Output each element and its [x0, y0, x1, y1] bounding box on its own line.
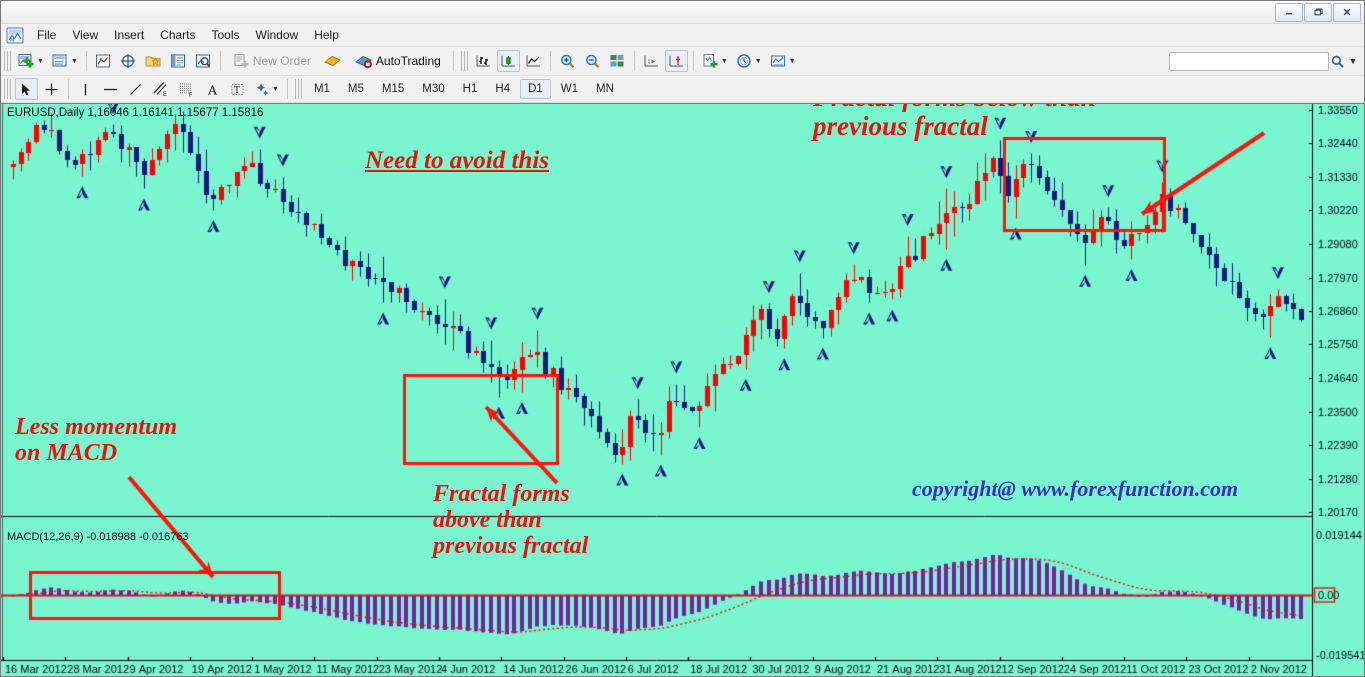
- menu-view[interactable]: View: [64, 25, 106, 45]
- menu-bar: M File View Insert Charts Tools Window H…: [1, 24, 1364, 47]
- chevron-down-icon[interactable]: ▼: [721, 58, 728, 65]
- shapes-tool[interactable]: ▼: [251, 78, 282, 100]
- chevron-down-icon[interactable]: ▼: [71, 58, 78, 65]
- profiles-button[interactable]: ▼: [49, 50, 81, 72]
- zoom-in-button[interactable]: [556, 50, 579, 72]
- fibonacci-tool[interactable]: F: [175, 78, 199, 100]
- search-input[interactable]: [1173, 54, 1325, 68]
- tile-windows-button[interactable]: [606, 50, 629, 72]
- toolbar-separator: [286, 79, 288, 99]
- toolbar-separator: [85, 51, 87, 71]
- svg-text:E: E: [163, 91, 167, 97]
- timeframe-h4[interactable]: H4: [487, 79, 518, 99]
- toolbar-separator: [219, 51, 221, 71]
- horizontal-line-tool[interactable]: [99, 78, 122, 100]
- timeframe-m5[interactable]: M5: [340, 79, 372, 99]
- timeframe-h1[interactable]: H1: [455, 79, 486, 99]
- metatrader-window: M File View Insert Charts Tools Window H…: [0, 0, 1365, 677]
- toolbar-separator: [452, 51, 454, 71]
- chart-shift-button[interactable]: [640, 50, 663, 72]
- chart-symbol-label: EURUSD,Daily 1,16046 1.16141 1.15677 1.1…: [7, 107, 264, 119]
- search-dropdown-icon[interactable]: ▼: [1346, 52, 1360, 71]
- indicators-button[interactable]: ▼: [699, 50, 731, 72]
- annotation-need-to-avoid: Need to avoid this: [365, 147, 550, 174]
- metatrader-logo-icon: M: [6, 27, 24, 44]
- timeframe-mn[interactable]: MN: [588, 79, 622, 99]
- search-area: ▼: [1169, 51, 1364, 71]
- search-box[interactable]: [1169, 51, 1329, 71]
- line-studies-toolbar: E F A T ▼ M1 M5 M15 M30 H1 H4 D1 W1 MN: [1, 76, 1364, 103]
- menu-help[interactable]: Help: [306, 25, 347, 45]
- metaeditor-button[interactable]: [320, 50, 345, 72]
- svg-text:M: M: [10, 38, 14, 44]
- chart-canvas[interactable]: [1, 104, 1364, 676]
- zoom-out-button[interactable]: [581, 50, 604, 72]
- text-tool[interactable]: A: [201, 78, 224, 100]
- toolbar-grip[interactable]: [294, 79, 302, 99]
- svg-text:F: F: [189, 91, 193, 97]
- timeframe-m1[interactable]: M1: [306, 79, 338, 99]
- menu-file[interactable]: File: [29, 25, 64, 45]
- annotation-copyright: copyright@ www.forexfunction.com: [912, 476, 1239, 501]
- macd-indicator-label: MACD(12,26,9) -0.018988 -0.016763: [7, 531, 189, 543]
- templates-button[interactable]: ▼: [767, 50, 799, 72]
- periods-button[interactable]: ▼: [733, 50, 765, 72]
- crosshair-tool[interactable]: [40, 78, 63, 100]
- chevron-down-icon[interactable]: ▼: [755, 58, 762, 65]
- search-icon[interactable]: [1329, 52, 1346, 71]
- annotation-less-momentum: Less momentum on MACD: [15, 414, 178, 466]
- menu-insert[interactable]: Insert: [106, 25, 152, 45]
- toolbar-separator: [633, 51, 635, 71]
- toolbar-grip[interactable]: [4, 51, 11, 71]
- restore-button[interactable]: [1304, 2, 1332, 22]
- timeframe-m30[interactable]: M30: [414, 79, 452, 99]
- toolbar-separator: [549, 51, 551, 71]
- toolbar-grip[interactable]: [4, 79, 11, 99]
- cursor-tool[interactable]: [15, 78, 38, 100]
- new-order-button[interactable]: New Order: [226, 50, 318, 72]
- annotation-fractal-above: Fractal forms above than previous fracta…: [433, 481, 589, 559]
- toolbar-grip[interactable]: [460, 51, 468, 71]
- bar-chart-button[interactable]: [472, 50, 495, 72]
- chevron-down-icon[interactable]: ▼: [37, 58, 44, 65]
- menu-window[interactable]: Window: [248, 25, 307, 45]
- new-order-label: New Order: [252, 54, 311, 68]
- line-chart-button[interactable]: [522, 50, 545, 72]
- timeframe-m15[interactable]: M15: [374, 79, 412, 99]
- annotation-fractal-below: Fractal forms below than previous fracta…: [813, 104, 1096, 142]
- toolbar-separator: [68, 79, 69, 99]
- autotrading-label: AutoTrading: [375, 54, 441, 68]
- close-button[interactable]: [1333, 2, 1361, 22]
- chevron-down-icon[interactable]: ▼: [789, 58, 796, 65]
- data-window-button[interactable]: [117, 50, 140, 72]
- timeframe-w1[interactable]: W1: [553, 79, 586, 99]
- menu-charts[interactable]: Charts: [152, 25, 203, 45]
- main-toolbar: ▼ ▼ New Order AutoTrading ▼ ▼ ▼ ▼: [1, 47, 1364, 76]
- label-tool[interactable]: T: [226, 78, 249, 100]
- menu-tools[interactable]: Tools: [204, 25, 248, 45]
- timeframe-d1[interactable]: D1: [520, 79, 551, 99]
- equidistant-channel-tool[interactable]: E: [149, 78, 173, 100]
- toolbar-separator: [692, 51, 694, 71]
- autotrading-button[interactable]: AutoTrading: [347, 50, 448, 72]
- minimize-button[interactable]: [1275, 2, 1303, 22]
- strategy-tester-button[interactable]: [192, 50, 215, 72]
- title-bar: [1, 1, 1364, 24]
- chart-area[interactable]: EURUSD,Daily 1,16046 1.16141 1.15677 1.1…: [1, 103, 1364, 676]
- chevron-down-icon[interactable]: ▼: [272, 86, 279, 93]
- terminal-button[interactable]: [167, 50, 190, 72]
- trendline-tool[interactable]: [124, 78, 147, 100]
- svg-text:T: T: [234, 86, 240, 96]
- vertical-line-tool[interactable]: [74, 78, 97, 100]
- svg-text:A: A: [207, 82, 218, 97]
- candlestick-chart-button[interactable]: [496, 50, 520, 72]
- navigator-button[interactable]: [142, 50, 165, 72]
- new-chart-button[interactable]: ▼: [15, 50, 47, 72]
- market-watch-button[interactable]: [92, 50, 115, 72]
- auto-scroll-button[interactable]: [664, 50, 688, 72]
